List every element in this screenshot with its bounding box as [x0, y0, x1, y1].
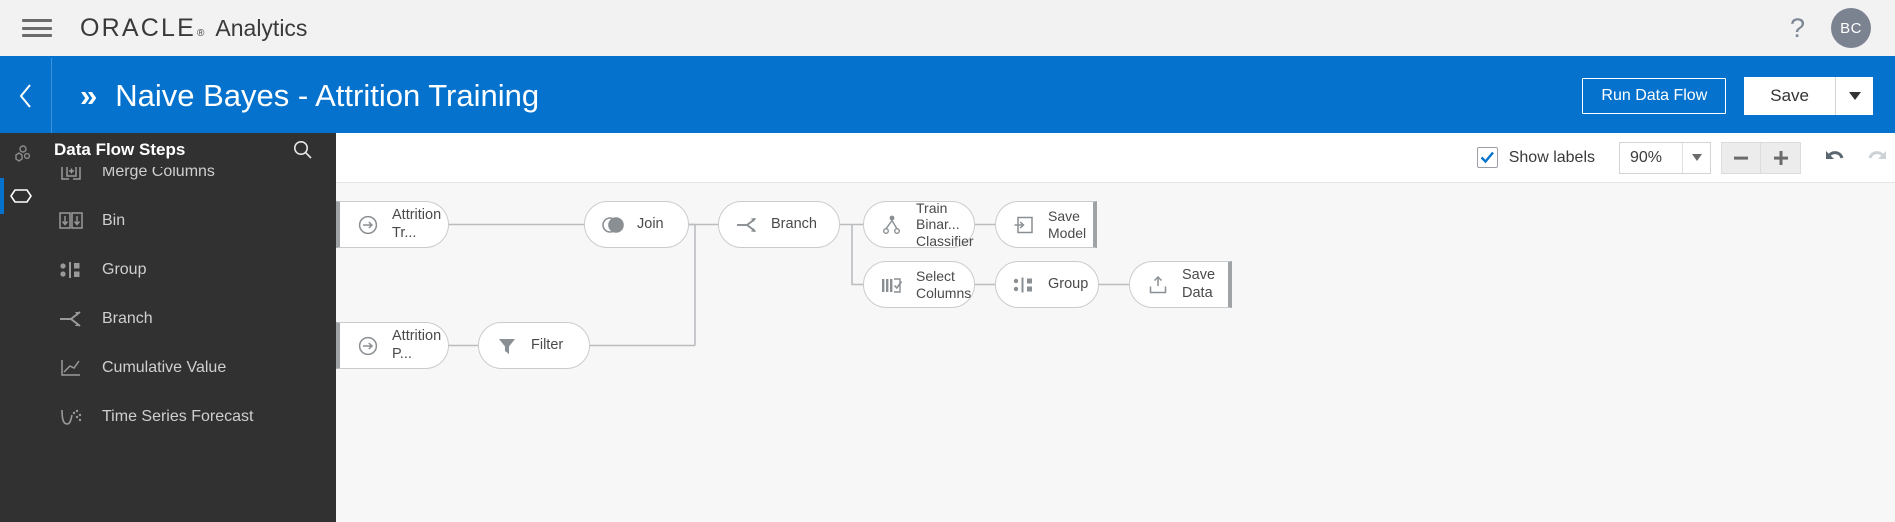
- left-icon-rail: [0, 133, 42, 522]
- zoom-level-select[interactable]: 90%: [1619, 141, 1711, 174]
- node-label: Filter: [531, 336, 564, 353]
- node-label: Attrition Tr...: [392, 207, 442, 241]
- step-label: Time Series Forecast: [102, 407, 254, 425]
- step-item-branch[interactable]: Branch: [42, 294, 336, 343]
- canvas-node-select-columns[interactable]: Select Columns: [863, 261, 975, 308]
- group-icon: [1009, 270, 1039, 300]
- node-label: Group: [1048, 275, 1089, 292]
- data-elements-icon: [15, 145, 31, 162]
- caret-down-icon: [1691, 154, 1702, 161]
- chevron-left-icon: [19, 83, 31, 108]
- step-item-group[interactable]: Group: [42, 245, 336, 294]
- dataset-icon: [353, 331, 383, 361]
- run-data-flow-button[interactable]: Run Data Flow: [1582, 77, 1727, 114]
- help-icon[interactable]: ?: [1790, 14, 1805, 42]
- search-icon[interactable]: [292, 139, 314, 161]
- show-labels-checkbox[interactable]: Show labels: [1476, 147, 1595, 168]
- step-label: Cumulative Value: [102, 358, 227, 376]
- node-label: Select Columns: [916, 267, 972, 301]
- data-flow-steps-sidebar: Merge Columns Bin Group Branch Cumulativ…: [42, 133, 336, 522]
- undo-icon: [1826, 150, 1844, 159]
- undo-button[interactable]: [1823, 147, 1847, 169]
- app-name: Analytics: [215, 14, 308, 41]
- checkbox-box: [1476, 147, 1498, 168]
- group-icon: [54, 256, 88, 284]
- node-label: Train Binar... Classifier: [916, 199, 974, 249]
- steps-list: Merge Columns Bin Group Branch Cumulativ…: [42, 147, 336, 441]
- canvas-node-branch[interactable]: Branch: [718, 201, 840, 248]
- step-item-time-series-forecast[interactable]: Time Series Forecast: [42, 392, 336, 441]
- branch-icon: [54, 305, 88, 333]
- canvas-node-attrition-prediction[interactable]: Attrition P...: [336, 322, 449, 369]
- data-flow-canvas[interactable]: Attrition Tr... Attrition P... Filter Jo…: [336, 183, 1895, 522]
- canvas-node-train-binary-classifier[interactable]: Train Binar... Classifier: [863, 199, 975, 249]
- node-label: Join: [637, 215, 664, 232]
- zoom-out-button[interactable]: [1721, 141, 1761, 174]
- filter-icon: [492, 331, 522, 361]
- user-avatar[interactable]: BC: [1831, 8, 1871, 48]
- branch-icon: [732, 210, 762, 240]
- step-label: Group: [102, 260, 147, 278]
- join-icon: [598, 210, 628, 240]
- save-button[interactable]: Save: [1744, 76, 1835, 115]
- data-flow-step-icon: [10, 189, 32, 203]
- node-label: Save Data: [1182, 267, 1216, 301]
- data-flow-icon: »: [80, 78, 97, 113]
- save-button-group: Save: [1744, 76, 1873, 115]
- zoom-in-button[interactable]: [1761, 141, 1801, 174]
- node-label: Branch: [771, 215, 817, 232]
- redo-button[interactable]: [1865, 147, 1889, 169]
- rail-item-data-elements[interactable]: [0, 133, 42, 175]
- global-bar-actions: ? BC: [1790, 8, 1871, 48]
- caret-down-icon: [1848, 91, 1861, 100]
- node-label: Attrition P...: [392, 328, 442, 362]
- checkmark-icon: [1480, 151, 1494, 164]
- redo-icon: [1868, 150, 1886, 159]
- canvas-node-save-model[interactable]: Save Model: [995, 201, 1097, 248]
- time-series-forecast-icon: [54, 403, 88, 431]
- page-header: » Naive Bayes - Attrition Training Run D…: [0, 58, 1895, 133]
- canvas-node-save-data[interactable]: Save Data: [1129, 261, 1232, 308]
- page-title: Naive Bayes - Attrition Training: [115, 77, 540, 113]
- edge-branch-to-select-columns: [851, 224, 863, 286]
- node-label: Save Model: [1048, 207, 1087, 241]
- cumulative-value-icon: [54, 354, 88, 382]
- canvas-toolbar: Show labels 90%: [336, 133, 1895, 183]
- step-item-bin[interactable]: Bin: [42, 196, 336, 245]
- oracle-wordmark: ORACLE: [80, 13, 197, 42]
- step-label: Bin: [102, 211, 126, 229]
- sidebar-header: Data Flow Steps: [42, 133, 336, 167]
- canvas-node-group[interactable]: Group: [995, 261, 1099, 308]
- zoom-level-value: 90%: [1630, 148, 1663, 166]
- select-columns-icon: [877, 270, 907, 300]
- brand-logo: ORACLE ® Analytics: [80, 14, 307, 43]
- zoom-dropdown-arrow[interactable]: [1682, 142, 1710, 173]
- canvas-node-filter[interactable]: Filter: [478, 322, 590, 369]
- plus-icon: [1773, 150, 1788, 165]
- hamburger-menu-icon[interactable]: [22, 17, 52, 39]
- show-labels-label: Show labels: [1508, 148, 1595, 166]
- save-dropdown-button[interactable]: [1835, 76, 1873, 115]
- canvas-node-attrition-training[interactable]: Attrition Tr...: [336, 201, 449, 248]
- undo-redo-group: [1823, 147, 1889, 169]
- minus-icon: [1734, 156, 1748, 160]
- canvas-node-join[interactable]: Join: [584, 201, 689, 248]
- rail-item-data-flow-steps[interactable]: [0, 175, 42, 217]
- page-header-actions: Run Data Flow Save: [1582, 76, 1873, 115]
- save-data-icon: [1143, 270, 1173, 300]
- train-model-icon: [877, 210, 907, 240]
- registered-mark: ®: [197, 27, 205, 39]
- global-top-bar: ORACLE ® Analytics ? BC: [0, 0, 1895, 58]
- step-item-cumulative-value[interactable]: Cumulative Value: [42, 343, 336, 392]
- dataset-icon: [353, 210, 383, 240]
- back-button[interactable]: [0, 58, 52, 133]
- bin-icon: [54, 207, 88, 235]
- save-model-icon: [1009, 210, 1039, 240]
- sidebar-title: Data Flow Steps: [54, 140, 186, 159]
- step-label: Branch: [102, 309, 153, 327]
